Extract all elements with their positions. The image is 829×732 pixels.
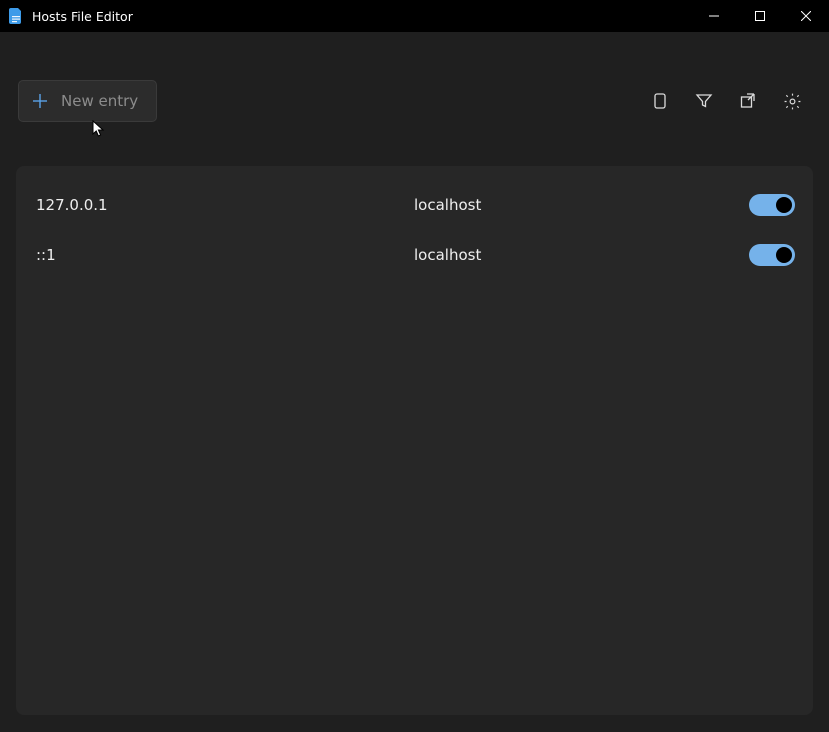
entry-row[interactable]: ::1 localhost xyxy=(34,230,795,280)
entry-address: 127.0.0.1 xyxy=(34,196,414,214)
toolbar: New entry xyxy=(0,32,829,142)
window-title: Hosts File Editor xyxy=(32,9,691,24)
maximize-button[interactable] xyxy=(737,0,783,32)
entry-toggle[interactable] xyxy=(749,194,795,216)
new-entry-label: New entry xyxy=(61,92,138,110)
new-entry-button[interactable]: New entry xyxy=(18,80,157,122)
entry-toggle[interactable] xyxy=(749,244,795,266)
toggle-knob xyxy=(776,197,792,213)
close-button[interactable] xyxy=(783,0,829,32)
app-icon xyxy=(8,8,24,24)
titlebar: Hosts File Editor xyxy=(0,0,829,32)
additional-lines-icon[interactable] xyxy=(649,90,671,112)
entry-host: localhost xyxy=(414,246,749,264)
open-external-icon[interactable] xyxy=(737,90,759,112)
entries-panel: 127.0.0.1 localhost ::1 localhost xyxy=(16,166,813,715)
entry-address: ::1 xyxy=(34,246,414,264)
minimize-button[interactable] xyxy=(691,0,737,32)
toolbar-actions xyxy=(649,90,809,112)
plus-icon xyxy=(31,92,49,110)
window-controls xyxy=(691,0,829,32)
entry-host: localhost xyxy=(414,196,749,214)
filter-icon[interactable] xyxy=(693,90,715,112)
entry-row[interactable]: 127.0.0.1 localhost xyxy=(34,180,795,230)
gear-icon[interactable] xyxy=(781,90,803,112)
toggle-knob xyxy=(776,247,792,263)
